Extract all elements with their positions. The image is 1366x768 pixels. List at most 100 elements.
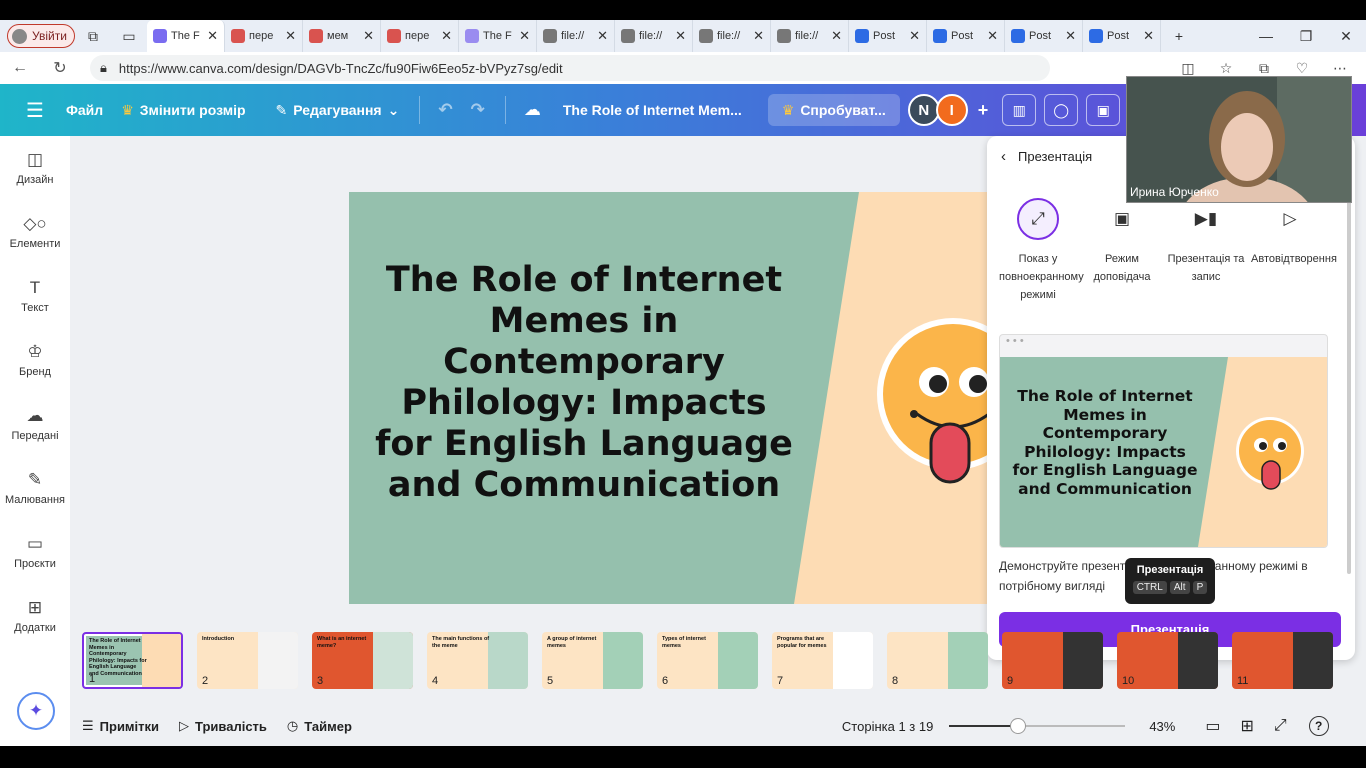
page-indicator[interactable]: Сторінка 1 з 19 bbox=[842, 719, 933, 734]
undo-icon[interactable]: ↶ bbox=[438, 100, 452, 120]
resize-button[interactable]: ♛ Змінити розмір bbox=[121, 102, 245, 119]
tab-close-icon[interactable]: ✕ bbox=[285, 28, 296, 44]
redo-icon[interactable]: ↷ bbox=[471, 100, 485, 120]
notes-button[interactable]: ☰ Примітки bbox=[82, 718, 159, 734]
tab-close-icon[interactable]: ✕ bbox=[753, 28, 764, 44]
grid-view-icon[interactable]: ⊞ bbox=[1240, 716, 1253, 736]
sidebar-item-upload[interactable]: ☁ Передані bbox=[0, 392, 70, 456]
zoom-label[interactable]: 43% bbox=[1149, 719, 1175, 734]
slide-thumbnail[interactable]: Types of internet memes 6 bbox=[657, 632, 758, 689]
tab-close-icon[interactable]: ✕ bbox=[831, 28, 842, 44]
browser-tab[interactable]: The F ✕ bbox=[147, 20, 225, 52]
slide-thumbnail[interactable]: The Role of Internet Memes in Contempora… bbox=[82, 632, 183, 689]
back-chevron-icon[interactable]: ‹ bbox=[1001, 148, 1006, 165]
sidebar-item-brand[interactable]: ♔ Бренд bbox=[0, 328, 70, 392]
slide-title[interactable]: The Role of Internet Memes in Contempora… bbox=[369, 260, 799, 506]
zoom-slider[interactable] bbox=[949, 718, 1126, 734]
tab-close-icon[interactable]: ✕ bbox=[1065, 28, 1076, 44]
video-call-overlay[interactable]: Ирина Юрченко bbox=[1126, 76, 1352, 203]
profile-button[interactable]: Увійти bbox=[7, 24, 75, 48]
browser-tab[interactable]: file:// ✕ bbox=[615, 20, 693, 52]
zoom-slider-handle[interactable] bbox=[1009, 718, 1026, 734]
browser-tab[interactable]: file:// ✕ bbox=[693, 20, 771, 52]
thumbnail-accent bbox=[832, 632, 873, 689]
magic-assistant-icon[interactable]: ✦ bbox=[17, 692, 55, 730]
tab-close-icon[interactable]: ✕ bbox=[1143, 28, 1154, 44]
slide-thumbnail[interactable]: The main functions of the meme 4 bbox=[427, 632, 528, 689]
favorites-icon[interactable]: ☆ bbox=[1210, 60, 1242, 77]
tab-actions-icon[interactable]: ▭ bbox=[111, 28, 147, 45]
sidebar-item-elements[interactable]: ◇○ Елементи bbox=[0, 200, 70, 264]
file-menu[interactable]: Файл bbox=[66, 102, 103, 118]
timer-button[interactable]: ◷ Таймер bbox=[287, 718, 352, 734]
browser-tab[interactable]: мем ✕ bbox=[303, 20, 381, 52]
slide-thumbnail[interactable]: 9 bbox=[1002, 632, 1103, 689]
document-title[interactable]: The Role of Internet Mem... bbox=[563, 102, 742, 118]
new-tab-icon[interactable]: + bbox=[1161, 28, 1197, 44]
tab-close-icon[interactable]: ✕ bbox=[597, 28, 608, 44]
tab-close-icon[interactable]: ✕ bbox=[363, 28, 374, 44]
browser-tab[interactable]: пере ✕ bbox=[225, 20, 303, 52]
browser-tab[interactable]: file:// ✕ bbox=[537, 20, 615, 52]
split-screen-icon[interactable]: ◫ bbox=[1172, 60, 1204, 77]
tab-close-icon[interactable]: ✕ bbox=[519, 28, 530, 44]
add-collaborator-icon[interactable]: + bbox=[978, 100, 989, 121]
url-field[interactable]: 🔒︎ https://www.canva.com/design/DAGVb-Tn… bbox=[90, 55, 1050, 81]
sidebar-item-apps[interactable]: ⊞ Додатки bbox=[0, 584, 70, 648]
slide-thumbnail[interactable]: 11 bbox=[1232, 632, 1333, 689]
sidebar-item-folder[interactable]: ▭ Проєкти bbox=[0, 520, 70, 584]
insights-icon[interactable]: ▥ bbox=[1002, 94, 1037, 126]
thumbnail-accent bbox=[1292, 632, 1333, 689]
browser-tab[interactable]: Post ✕ bbox=[849, 20, 927, 52]
folder-icon: ▭ bbox=[26, 534, 44, 553]
collaborator-avatar[interactable]: N bbox=[907, 94, 940, 126]
collaborator-avatar[interactable]: I bbox=[935, 94, 968, 126]
browser-tab[interactable]: Post ✕ bbox=[927, 20, 1005, 52]
comments-icon[interactable]: ◯ bbox=[1044, 94, 1079, 126]
extensions-icon[interactable]: ♡ bbox=[1286, 60, 1318, 77]
sidebar-item-draw[interactable]: ✎ Малювання bbox=[0, 456, 70, 520]
slide-thumbnail[interactable]: A group of internet memes 5 bbox=[542, 632, 643, 689]
more-icon[interactable]: ⋯ bbox=[1324, 60, 1356, 77]
menu-icon[interactable]: ☰ bbox=[26, 98, 44, 123]
browser-tab[interactable]: The F ✕ bbox=[459, 20, 537, 52]
present-option-record[interactable]: ▶▮ Презентація та запис bbox=[1167, 198, 1245, 286]
tab-close-icon[interactable]: ✕ bbox=[909, 28, 920, 44]
present-option-play[interactable]: ▷ Автовідтворення bbox=[1251, 198, 1337, 268]
tab-label: Post bbox=[1107, 30, 1130, 42]
back-icon[interactable]: ← bbox=[0, 59, 40, 77]
editing-button[interactable]: ✎ Редагування ⌄ bbox=[276, 102, 400, 119]
sidebar-item-design[interactable]: ◫ Дизайн bbox=[0, 136, 70, 200]
panel-scrollbar[interactable] bbox=[1347, 174, 1351, 574]
help-icon[interactable]: ? bbox=[1308, 716, 1329, 736]
browser-tab[interactable]: Post ✕ bbox=[1083, 20, 1161, 52]
collections-icon[interactable]: ⧉ bbox=[1248, 60, 1280, 77]
slide-canvas[interactable]: The Role of Internet Memes in Contempora… bbox=[349, 192, 995, 604]
slide-thumbnail[interactable]: What is an internet meme? 3 bbox=[312, 632, 413, 689]
slide-thumbnail[interactable]: Introduction 2 bbox=[197, 632, 298, 689]
browser-tab[interactable]: file:// ✕ bbox=[771, 20, 849, 52]
tab-close-icon[interactable]: ✕ bbox=[441, 28, 452, 44]
tab-close-icon[interactable]: ✕ bbox=[207, 28, 218, 44]
slide-thumbnail[interactable]: 10 bbox=[1117, 632, 1218, 689]
tab-close-icon[interactable]: ✕ bbox=[987, 28, 998, 44]
browser-tab[interactable]: Post ✕ bbox=[1005, 20, 1083, 52]
reload-icon[interactable]: ↻ bbox=[40, 58, 80, 78]
sidebar-item-text[interactable]: T Текст bbox=[0, 264, 70, 328]
workspaces-icon[interactable]: ⧉ bbox=[75, 28, 111, 45]
try-pro-button[interactable]: ♛ Спробуват... bbox=[767, 94, 900, 126]
cloud-saved-icon[interactable]: ☁ bbox=[524, 100, 541, 120]
page-view-icon[interactable]: ▭ bbox=[1205, 716, 1220, 736]
restore-icon[interactable]: ❐ bbox=[1286, 28, 1326, 45]
present-option-fullscreen[interactable]: ⤢ Показ у повноекранному режимі bbox=[999, 198, 1084, 304]
fullscreen-icon[interactable]: ⤢ bbox=[1274, 717, 1287, 735]
present-option-presenter[interactable]: ▣ Режим доповідача bbox=[1083, 198, 1161, 286]
tab-close-icon[interactable]: ✕ bbox=[675, 28, 686, 44]
close-window-icon[interactable]: ✕ bbox=[1326, 28, 1366, 45]
browser-tab[interactable]: пере ✕ bbox=[381, 20, 459, 52]
minimize-icon[interactable]: — bbox=[1246, 28, 1286, 45]
duration-button[interactable]: ▷ Тривалість bbox=[179, 718, 267, 734]
slide-thumbnail[interactable]: 8 bbox=[887, 632, 988, 689]
present-icon[interactable]: ▣ bbox=[1086, 94, 1121, 126]
slide-thumbnail[interactable]: Programs that are popular for memes 7 bbox=[772, 632, 873, 689]
